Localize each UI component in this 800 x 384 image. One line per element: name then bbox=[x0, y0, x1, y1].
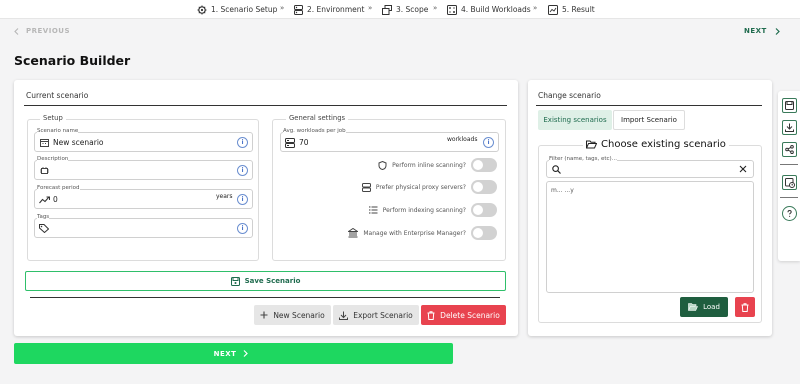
enterprise-manager-toggle[interactable] bbox=[471, 226, 497, 240]
next-button-top[interactable]: NEXT bbox=[744, 27, 780, 35]
gear-icon bbox=[197, 5, 211, 15]
enterprise-manager-row: Manage with Enterprise Manager? bbox=[300, 226, 497, 240]
indexing-scanning-row: Perform indexing scanning? bbox=[300, 203, 497, 217]
step-result[interactable]: 5. Result bbox=[548, 3, 595, 16]
rail-download-button[interactable] bbox=[782, 120, 797, 135]
rail-save-button[interactable] bbox=[782, 98, 797, 113]
chevron-left-icon bbox=[14, 27, 19, 35]
choose-existing-heading: Choose existing scenario bbox=[583, 139, 729, 150]
calculator-icon bbox=[447, 4, 461, 15]
divider bbox=[780, 164, 798, 165]
setup-legend: Setup bbox=[40, 114, 66, 122]
page-title: Scenario Builder bbox=[14, 53, 131, 68]
share-icon bbox=[785, 145, 794, 154]
save-icon bbox=[785, 101, 794, 110]
general-settings-legend: General settings bbox=[286, 114, 349, 122]
info-icon[interactable]: i bbox=[237, 223, 248, 234]
save-clock-icon bbox=[784, 177, 795, 188]
close-icon[interactable] bbox=[739, 165, 747, 173]
trash-icon bbox=[427, 310, 440, 320]
chevron-right-icon bbox=[775, 27, 780, 35]
current-scenario-title: Current scenario bbox=[26, 91, 89, 100]
avg-workloads-field[interactable]: Avg. workloads per job 70 workloads i bbox=[280, 128, 499, 152]
bank-icon bbox=[348, 228, 359, 238]
trend-icon bbox=[39, 196, 50, 204]
step-environment[interactable]: 2. Environment bbox=[294, 3, 364, 16]
folder-open-icon bbox=[688, 303, 703, 311]
step-scenario-setup[interactable]: 1. Scenario Setup bbox=[197, 3, 277, 16]
rail-share-button[interactable] bbox=[782, 142, 797, 157]
delete-scenario-button[interactable]: Delete Scenario bbox=[421, 305, 506, 325]
step-scope[interactable]: 3. Scope bbox=[382, 3, 428, 16]
next-button-bottom[interactable]: NEXT bbox=[14, 343, 453, 364]
tag-icon bbox=[39, 224, 49, 233]
trash-icon bbox=[741, 302, 749, 312]
plus-icon bbox=[260, 311, 273, 319]
step-separator: » bbox=[280, 4, 285, 12]
info-icon[interactable]: i bbox=[237, 194, 248, 205]
tab-existing-scenarios[interactable]: Existing scenarios bbox=[538, 110, 612, 130]
layers-icon bbox=[382, 4, 396, 15]
new-scenario-button[interactable]: New Scenario bbox=[254, 305, 331, 325]
chevron-right-icon bbox=[243, 350, 253, 357]
forecast-period-field[interactable]: Forecast period 0 years i bbox=[34, 185, 253, 209]
folder-open-icon bbox=[586, 140, 597, 149]
shield-icon bbox=[378, 160, 387, 170]
scenario-list[interactable]: m... ...y bbox=[546, 181, 754, 293]
divider bbox=[536, 105, 762, 106]
save-scenario-button[interactable]: Save Scenario bbox=[25, 271, 506, 291]
calendar-icon bbox=[40, 139, 49, 147]
filter-input[interactable]: Filter (name, tags, etc)... bbox=[546, 156, 754, 178]
server-icon bbox=[294, 4, 307, 15]
tab-import-scenario[interactable]: Import Scenario bbox=[613, 110, 685, 130]
download-icon bbox=[339, 311, 353, 320]
save-icon bbox=[230, 276, 245, 286]
server-icon bbox=[285, 138, 295, 148]
divider bbox=[24, 105, 507, 106]
divider bbox=[30, 297, 500, 298]
description-icon bbox=[40, 167, 49, 175]
info-icon[interactable]: i bbox=[237, 137, 248, 148]
divider bbox=[780, 197, 798, 198]
inline-scanning-toggle[interactable] bbox=[471, 158, 497, 172]
download-icon bbox=[785, 123, 794, 132]
step-build-workloads[interactable]: 4. Build Workloads bbox=[447, 3, 531, 16]
physical-proxy-toggle[interactable] bbox=[471, 180, 497, 194]
list-icon bbox=[368, 206, 378, 214]
rail-help-button[interactable] bbox=[782, 206, 797, 221]
wizard-stepper: 1. Scenario Setup » 2. Environment » 3. … bbox=[0, 0, 800, 19]
help-icon bbox=[785, 209, 794, 218]
step-separator: » bbox=[368, 4, 373, 12]
export-scenario-button[interactable]: Export Scenario bbox=[333, 305, 419, 325]
delete-existing-scenario-button[interactable] bbox=[735, 297, 755, 317]
description-field[interactable]: Description i bbox=[34, 156, 253, 180]
search-icon bbox=[552, 165, 561, 174]
rail-save-as-button[interactable] bbox=[782, 175, 797, 190]
info-icon[interactable]: i bbox=[483, 137, 494, 148]
previous-button[interactable]: PREVIOUS bbox=[14, 27, 70, 35]
side-toolbar bbox=[778, 91, 800, 261]
indexing-scanning-toggle[interactable] bbox=[471, 203, 497, 217]
inline-scanning-row: Perform inline scanning? bbox=[300, 158, 497, 172]
physical-proxy-row: Prefer physical proxy servers? bbox=[300, 180, 497, 194]
load-button[interactable]: Load bbox=[680, 297, 728, 317]
step-separator: » bbox=[533, 4, 538, 12]
step-separator: » bbox=[433, 4, 438, 12]
scenario-name-field[interactable]: Scenario name New scenario i bbox=[34, 128, 253, 152]
server-icon bbox=[361, 182, 371, 192]
list-item[interactable]: m... ...y bbox=[551, 187, 574, 194]
tags-field[interactable]: Tags i bbox=[34, 214, 253, 238]
info-icon[interactable]: i bbox=[237, 165, 248, 176]
report-icon bbox=[548, 4, 562, 15]
change-scenario-title: Change scenario bbox=[538, 91, 601, 100]
